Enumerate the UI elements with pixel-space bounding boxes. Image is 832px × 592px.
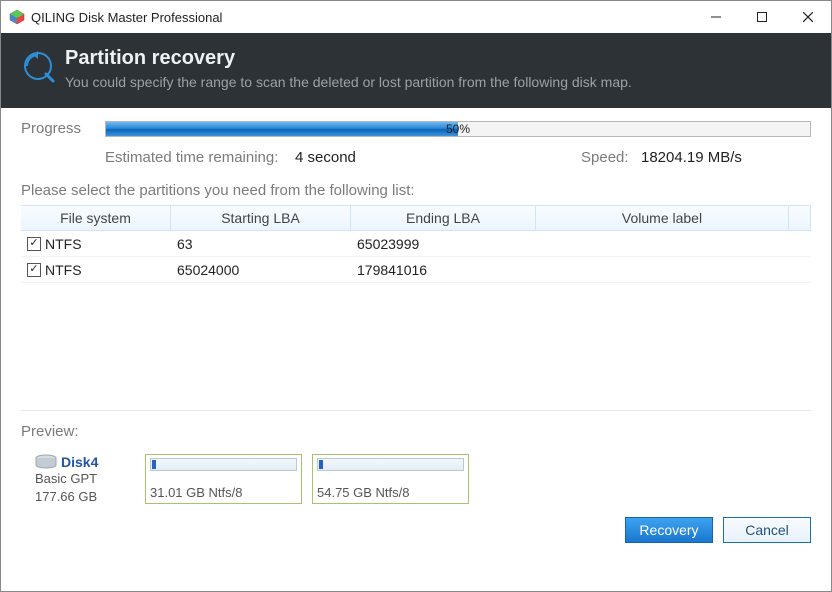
partition-grid: File system Starting LBA Ending LBA Volu… xyxy=(21,205,811,411)
partition-label: 54.75 GB Ntfs/8 xyxy=(317,485,464,500)
cancel-button[interactable]: Cancel xyxy=(723,517,811,543)
app-icon xyxy=(9,9,25,25)
progress-percent: 50% xyxy=(446,122,470,136)
disk-name: Disk4 xyxy=(61,454,98,470)
row-start: 65024000 xyxy=(171,262,351,278)
close-button[interactable] xyxy=(785,1,831,33)
row-end: 179841016 xyxy=(351,262,536,278)
disk-size: 177.66 GB xyxy=(35,488,135,506)
row-checkbox[interactable]: ✓ xyxy=(27,237,41,251)
minimize-button[interactable] xyxy=(693,1,739,33)
grid-body: ✓ NTFS 6365023999 ✓ NTFS 65024000179841016 xyxy=(21,231,811,411)
page-subtitle: You could specify the range to scan the … xyxy=(65,74,632,90)
partition-label: 31.01 GB Ntfs/8 xyxy=(150,485,297,500)
speed-value: 18204.19 MB/s xyxy=(641,149,811,166)
disk-summary: Disk4 Basic GPT 177.66 GB xyxy=(35,454,135,505)
recovery-icon xyxy=(21,49,55,83)
disk-type: Basic GPT xyxy=(35,470,135,488)
row-checkbox[interactable]: ✓ xyxy=(27,263,41,277)
partition-box[interactable]: 31.01 GB Ntfs/8 xyxy=(145,454,302,504)
partition-bar xyxy=(317,458,464,471)
progress-label: Progress xyxy=(21,120,91,137)
header-band: Partition recovery You could specify the… xyxy=(1,33,831,108)
progress-row: Progress 50% xyxy=(21,120,811,137)
window-title: QILING Disk Master Professional xyxy=(31,10,693,25)
grid-header: File system Starting LBA Ending LBA Volu… xyxy=(21,205,811,231)
eta-label: Estimated time remaining: xyxy=(105,149,295,166)
row-start: 63 xyxy=(171,236,351,252)
partition-bar xyxy=(150,458,297,471)
col-file-system[interactable]: File system xyxy=(21,206,171,230)
instruction-text: Please select the partitions you need fr… xyxy=(21,182,811,199)
progress-fill xyxy=(106,122,458,136)
page-title: Partition recovery xyxy=(65,47,632,70)
disk-icon xyxy=(35,454,57,470)
table-row[interactable]: ✓ NTFS 65024000179841016 xyxy=(21,257,811,283)
row-end: 65023999 xyxy=(351,236,536,252)
titlebar: QILING Disk Master Professional xyxy=(1,1,831,33)
progress-bar: 50% xyxy=(105,121,811,137)
maximize-button[interactable] xyxy=(739,1,785,33)
row-fs: NTFS xyxy=(45,236,82,252)
preview-area: Disk4 Basic GPT 177.66 GB 31.01 GB Ntfs/… xyxy=(21,454,811,505)
table-row[interactable]: ✓ NTFS 6365023999 xyxy=(21,231,811,257)
preview-label: Preview: xyxy=(21,423,811,440)
col-scroll-pad xyxy=(789,206,811,230)
stats-row: Estimated time remaining: 4 second Speed… xyxy=(21,149,811,166)
col-volume-label[interactable]: Volume label xyxy=(536,206,789,230)
footer: Recovery Cancel xyxy=(1,505,831,555)
row-fs: NTFS xyxy=(45,262,82,278)
window-controls xyxy=(693,1,831,33)
col-ending-lba[interactable]: Ending LBA xyxy=(351,206,536,230)
partition-box[interactable]: 54.75 GB Ntfs/8 xyxy=(312,454,469,504)
speed-label: Speed: xyxy=(581,149,641,166)
eta-value: 4 second xyxy=(295,149,430,166)
col-starting-lba[interactable]: Starting LBA xyxy=(171,206,351,230)
recovery-button[interactable]: Recovery xyxy=(625,517,713,543)
